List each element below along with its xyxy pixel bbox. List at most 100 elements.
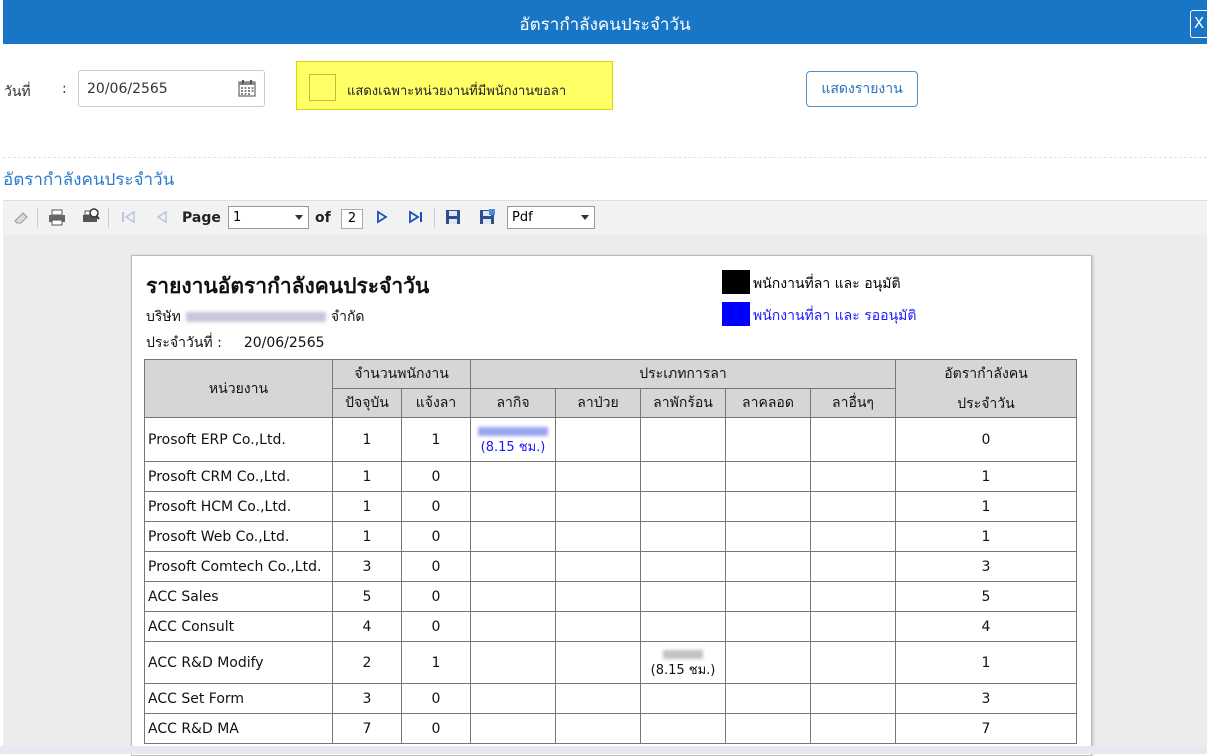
header-daily-rate: อัตรากำลังคน ประจำวัน: [895, 359, 1077, 418]
last-page-icon[interactable]: [407, 208, 425, 226]
maternity-leave-cell: [725, 713, 811, 744]
toolbar-separator: [108, 208, 109, 228]
divider: [3, 157, 1207, 158]
table-row: ACC Consult 4 0 4: [144, 611, 1077, 642]
prev-page-icon[interactable]: [153, 208, 171, 226]
other-leave-cell: [810, 611, 896, 642]
dept-cell: Prosoft ERP Co.,Ltd.: [144, 417, 333, 462]
current-cell: 1: [332, 491, 402, 522]
maternity-leave-cell: [725, 417, 811, 462]
chevron-down-icon: [581, 215, 589, 220]
current-cell: 1: [332, 521, 402, 552]
maternity-leave-cell: [725, 551, 811, 582]
page-label: Page: [182, 210, 221, 226]
total-pages: 2: [341, 209, 363, 229]
print-preview-icon[interactable]: [82, 208, 100, 226]
toolbar-separator: [434, 208, 435, 228]
rate-cell: 3: [895, 683, 1077, 714]
notified-cell: 1: [401, 641, 471, 684]
sick-leave-cell: [555, 713, 641, 744]
next-page-icon[interactable]: [373, 208, 391, 226]
report-date-label: ประจำวันที่ :: [146, 335, 222, 351]
employee-name-redacted: [663, 649, 703, 659]
header-maternity-leave: ลาคลอด: [725, 388, 811, 418]
notified-cell: 0: [401, 491, 471, 522]
leave-hours: (8.15 ชม.): [480, 439, 546, 455]
date-input[interactable]: 20/06/2565: [78, 70, 265, 107]
dept-cell: Prosoft Comtech Co.,Ltd.: [144, 551, 333, 582]
other-leave-cell: [810, 417, 896, 462]
section-title: อัตรากำลังคนประจำวัน: [3, 170, 175, 190]
bottom-scroll-strip: [0, 746, 1207, 754]
business-leave-cell: [470, 521, 556, 552]
first-page-icon[interactable]: [119, 208, 137, 226]
header-rate-line2: ประจำวัน: [957, 395, 1015, 412]
business-leave-cell: [470, 611, 556, 642]
show-report-button[interactable]: แสดงรายงาน: [806, 71, 918, 107]
business-leave-cell: (8.15 ชม.): [470, 417, 556, 462]
date-input-value: 20/06/2565: [87, 81, 168, 97]
sick-leave-cell: [555, 641, 641, 684]
report-toolbar: Page 1 of 2 Pdf: [3, 200, 1207, 236]
legend-label: พนักงานที่ลา และ รออนุมัติ: [753, 308, 917, 324]
sick-leave-cell: [555, 417, 641, 462]
vacation-leave-cell: [640, 611, 726, 642]
eraser-icon[interactable]: [12, 208, 30, 226]
rate-cell: 1: [895, 521, 1077, 552]
report-title: รายงานอัตรากำลังคนประจำวัน: [146, 274, 430, 298]
leave-only-label[interactable]: แสดงเฉพาะหน่วยงานที่มีพนักงานขอลา: [347, 80, 566, 101]
vacation-leave-cell: [640, 521, 726, 552]
rate-cell: 4: [895, 611, 1077, 642]
table-row: ACC R&D MA 7 0 7: [144, 713, 1077, 744]
header-notified: แจ้งลา: [401, 388, 471, 418]
other-leave-cell: [810, 461, 896, 492]
save-as-icon[interactable]: [478, 208, 496, 226]
of-label: of: [315, 210, 331, 226]
notified-cell: 0: [401, 521, 471, 552]
legend-label: พนักงานที่ลา และ อนุมัติ: [753, 276, 901, 292]
employee-name-redacted: [478, 426, 548, 436]
current-cell: 4: [332, 611, 402, 642]
report-table: หน่วยงาน จำนวนพนักงาน ประเภทการลา อัตราก…: [144, 359, 1077, 744]
leave-only-checkbox[interactable]: [309, 74, 336, 101]
date-colon: :: [62, 81, 67, 97]
rate-cell: 0: [895, 417, 1077, 462]
export-format-select[interactable]: Pdf: [507, 206, 595, 229]
rate-cell: 1: [895, 461, 1077, 492]
close-button[interactable]: X: [1190, 10, 1207, 38]
header-sick-leave: ลาป่วย: [555, 388, 641, 418]
vacation-leave-cell: [640, 581, 726, 612]
company-suffix: จำกัด: [330, 309, 365, 325]
current-cell: 3: [332, 683, 402, 714]
sick-leave-cell: [555, 521, 641, 552]
header-employee-count: จำนวนพนักงาน: [332, 359, 471, 389]
maternity-leave-cell: [725, 641, 811, 684]
other-leave-cell: [810, 551, 896, 582]
maternity-leave-cell: [725, 461, 811, 492]
table-row: ACC Set Form 3 0 3: [144, 683, 1077, 714]
sick-leave-cell: [555, 611, 641, 642]
maternity-leave-cell: [725, 611, 811, 642]
calendar-icon[interactable]: [238, 79, 256, 97]
other-leave-cell: [810, 683, 896, 714]
sick-leave-cell: [555, 581, 641, 612]
current-cell: 2: [332, 641, 402, 684]
rate-cell: 5: [895, 581, 1077, 612]
table-row: Prosoft CRM Co.,Ltd. 1 0 1: [144, 461, 1077, 492]
other-leave-cell: [810, 641, 896, 684]
print-icon[interactable]: [48, 208, 66, 226]
other-leave-cell: [810, 521, 896, 552]
save-icon[interactable]: [444, 208, 462, 226]
toolbar-separator: [37, 208, 38, 228]
other-leave-cell: [810, 491, 896, 522]
report-date-value: 20/06/2565: [243, 335, 325, 351]
header-other-leave: ลาอื่นๆ: [810, 388, 896, 418]
window-titlebar: อัตรากำลังคนประจำวัน X: [3, 0, 1207, 44]
current-cell: 1: [332, 461, 402, 492]
page-select[interactable]: 1: [228, 206, 309, 229]
other-leave-cell: [810, 713, 896, 744]
table-row: Prosoft Comtech Co.,Ltd. 3 0 3: [144, 551, 1077, 582]
current-cell: 3: [332, 551, 402, 582]
table-row: Prosoft HCM Co.,Ltd. 1 0 1: [144, 491, 1077, 522]
rate-cell: 1: [895, 641, 1077, 684]
